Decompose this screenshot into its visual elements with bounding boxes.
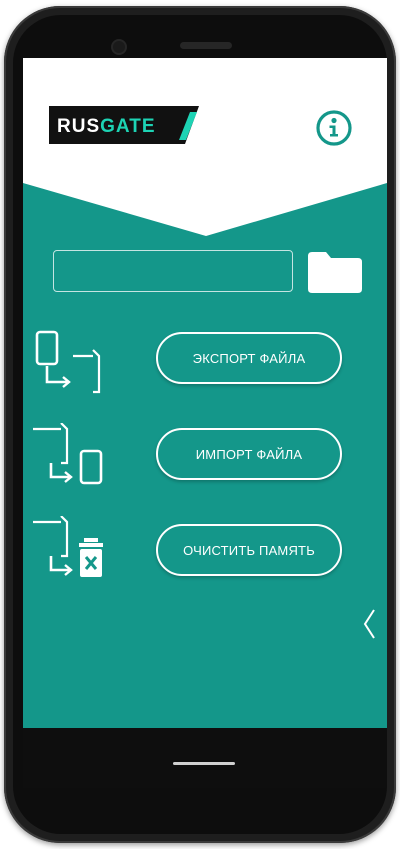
home-gesture-indicator[interactable] (173, 762, 235, 765)
browse-folder-button[interactable] (306, 248, 364, 296)
app-screen: RUSGATE ЭКСПОРТ ФАЙЛА ИМПОРТ ФАЙЛА ОЧИСТ… (23, 58, 387, 788)
clear-memory-trash-icon (33, 516, 103, 577)
svg-text:RUSGATE: RUSGATE (57, 116, 156, 137)
export-phone-icon (35, 330, 101, 394)
system-navigation-bar (23, 728, 387, 788)
info-button[interactable] (314, 108, 354, 148)
drawer-open-handle[interactable] (359, 606, 381, 642)
folder-icon (308, 252, 362, 293)
info-circle-icon (316, 110, 352, 146)
import-phone-icon (33, 423, 103, 485)
clear-memory-button[interactable]: ОЧИСТИТЬ ПАМЯТЬ (156, 524, 342, 576)
chevron-left-icon (363, 609, 375, 639)
import-file-button[interactable]: ИМПОРТ ФАЙЛА (156, 428, 342, 480)
logo-text-left: RUS (57, 116, 100, 137)
export-file-button[interactable]: ЭКСПОРТ ФАЙЛА (156, 332, 342, 384)
rusgate-logo: RUSGATE (49, 106, 199, 144)
logo-text-right: GATE (100, 116, 155, 137)
front-camera (113, 41, 125, 53)
earpiece-speaker (180, 42, 232, 49)
file-path-input[interactable] (53, 250, 293, 292)
